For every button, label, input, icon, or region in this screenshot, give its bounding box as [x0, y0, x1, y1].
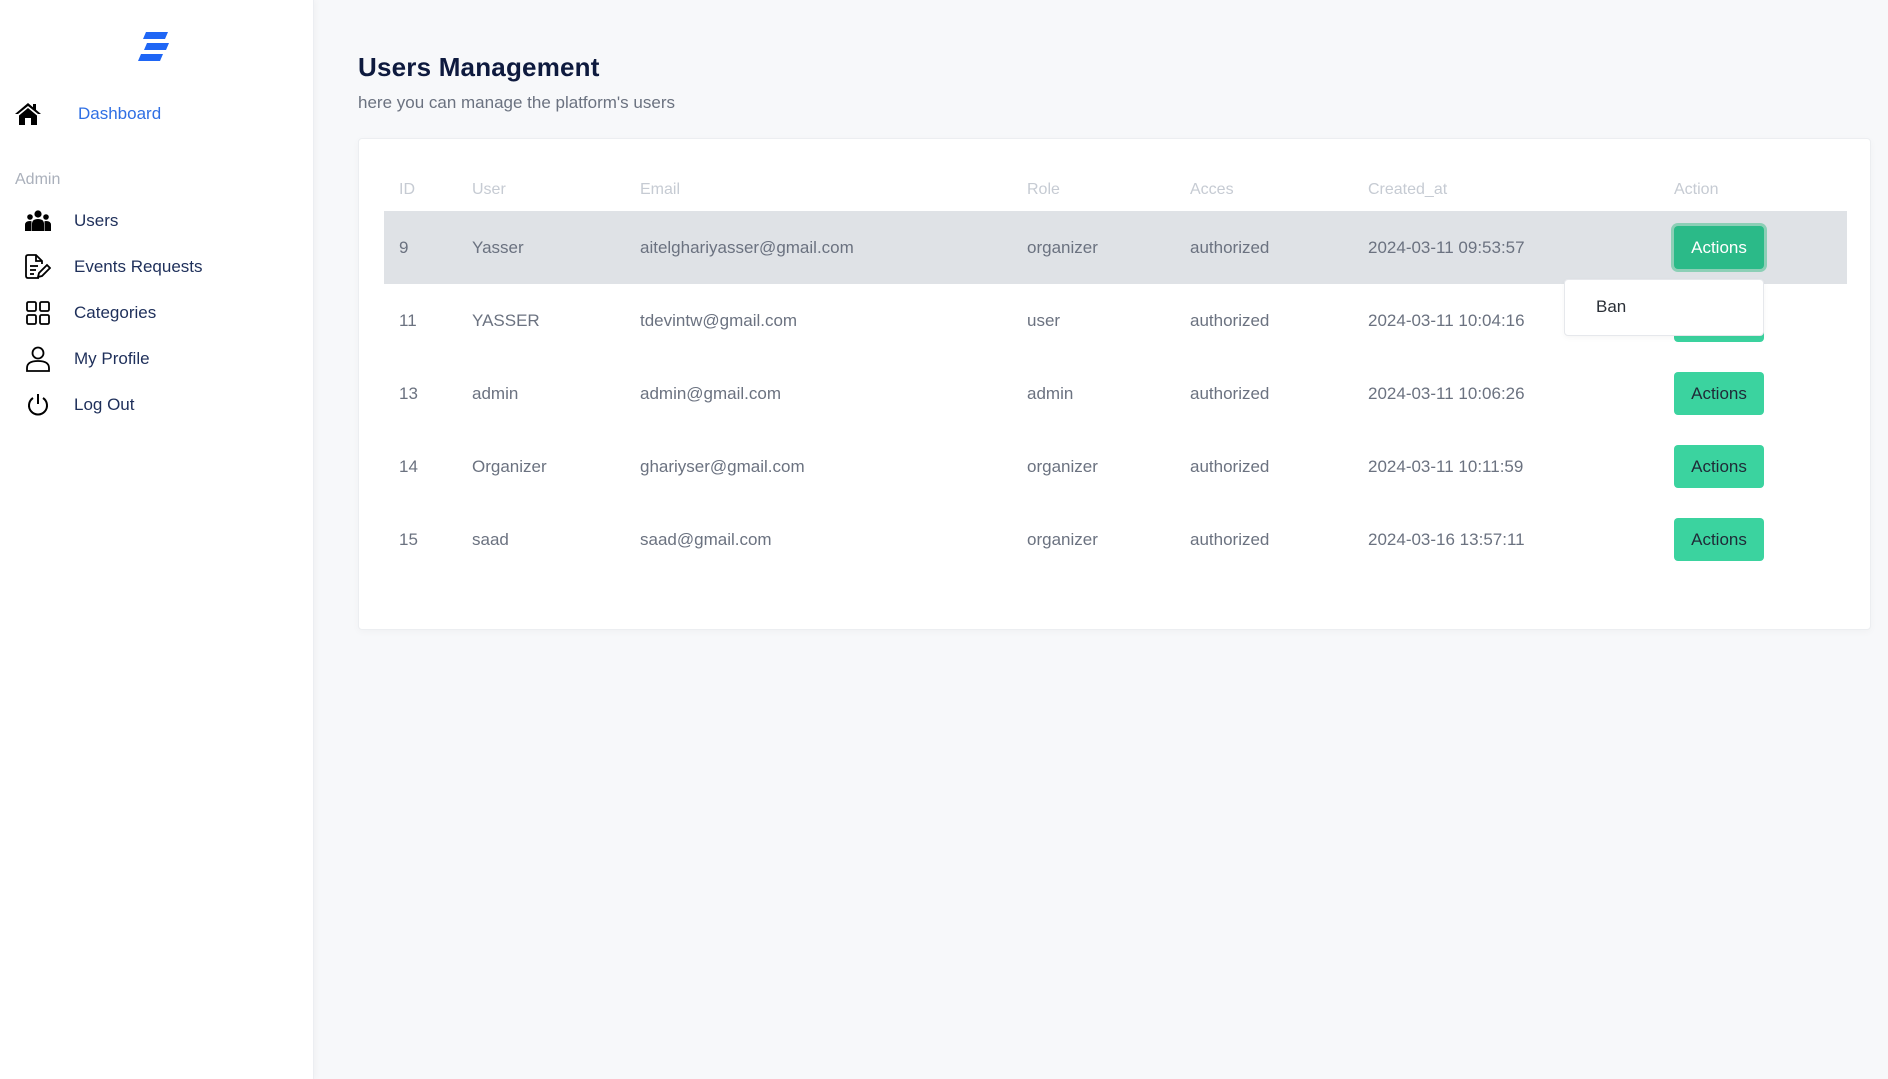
- cell-user: admin: [472, 383, 519, 403]
- sidebar-nav: Users Events Requests Categories My Prof…: [24, 207, 203, 437]
- sidebar-item-dashboard[interactable]: Dashboard: [14, 100, 161, 128]
- column-header-email: Email: [640, 181, 681, 198]
- page-subtitle: here you can manage the platform's users: [358, 93, 675, 112]
- actions-button[interactable]: Actions: [1674, 518, 1764, 561]
- cell-created-at: 2024-03-11 10:11:59: [1368, 456, 1524, 476]
- cell-role: organizer: [1027, 529, 1098, 549]
- cell-user: Organizer: [472, 456, 547, 476]
- sidebar-item-log-out[interactable]: Log Out: [24, 391, 203, 419]
- grid-icon: [24, 299, 52, 327]
- cell-user: Yasser: [457, 211, 625, 284]
- sidebar-section-admin: Admin: [15, 171, 61, 188]
- column-header-created-at: Created_at: [1368, 181, 1448, 198]
- sidebar-item-categories[interactable]: Categories: [24, 299, 203, 327]
- sidebar-item-users[interactable]: Users: [24, 207, 203, 235]
- cell-access: authorized: [1175, 211, 1353, 284]
- cell-id: 14: [399, 456, 418, 476]
- users-icon: [24, 207, 52, 235]
- table-header-row: ID User Email Role Acces Created_at Acti…: [384, 169, 1847, 211]
- actions-button[interactable]: Actions: [1674, 445, 1764, 488]
- column-header-action: Action: [1674, 181, 1719, 198]
- cell-user: saad: [472, 529, 509, 549]
- cell-access: authorized: [1190, 529, 1270, 549]
- actions-button[interactable]: Actions: [1674, 226, 1764, 269]
- sidebar-item-events-requests[interactable]: Events Requests: [24, 253, 203, 281]
- cell-action: Actions: [1659, 357, 1847, 430]
- sidebar-item-label: My Profile: [74, 349, 150, 368]
- cell-user: YASSER: [472, 310, 540, 330]
- table-row[interactable]: 14 Organizer ghariyser@gmail.com organiz…: [384, 430, 1847, 503]
- cell-email: aitelghariyasser@gmail.com: [625, 211, 1012, 284]
- logo-stripes-icon[interactable]: [138, 32, 172, 62]
- edit-document-icon: [24, 253, 52, 281]
- sidebar-item-label: Log Out: [74, 395, 135, 414]
- column-header-access: Acces: [1190, 181, 1234, 198]
- cell-access: authorized: [1190, 383, 1270, 403]
- actions-button[interactable]: Actions: [1674, 372, 1764, 415]
- column-header-id: ID: [399, 181, 415, 198]
- cell-email: tdevintw@gmail.com: [640, 310, 798, 330]
- column-header-role: Role: [1027, 181, 1060, 198]
- users-table-card: ID User Email Role Acces Created_at Acti…: [358, 138, 1871, 630]
- menu-item-ban[interactable]: Ban: [1596, 297, 1626, 317]
- users-table: ID User Email Role Acces Created_at Acti…: [384, 169, 1847, 576]
- cell-access: authorized: [1190, 310, 1270, 330]
- table-row[interactable]: 9 Yasser aitelghariyasser@gmail.com orga…: [384, 211, 1847, 284]
- cell-action: Actions: [1659, 503, 1847, 576]
- column-header-user: User: [472, 181, 506, 198]
- cell-id: 15: [399, 529, 418, 549]
- sidebar-item-label: Users: [74, 211, 119, 230]
- user-icon: [24, 345, 52, 373]
- cell-id: 9: [384, 211, 457, 284]
- cell-id: 11: [399, 310, 417, 330]
- sidebar-item-label: Dashboard: [78, 104, 162, 123]
- table-row[interactable]: 13 admin admin@gmail.com admin authorize…: [384, 357, 1847, 430]
- cell-created-at: 2024-03-16 13:57:11: [1368, 529, 1525, 549]
- cell-role: organizer: [1012, 211, 1175, 284]
- cell-access: authorized: [1190, 456, 1270, 476]
- cell-action: Actions: [1659, 430, 1847, 503]
- sidebar-item-label: Categories: [74, 303, 157, 322]
- cell-role: user: [1027, 310, 1061, 330]
- cell-email: saad@gmail.com: [640, 529, 772, 549]
- cell-role: organizer: [1027, 456, 1098, 476]
- actions-dropdown-menu: Ban: [1564, 279, 1764, 336]
- table-row[interactable]: 15 saad saad@gmail.com organizer authori…: [384, 503, 1847, 576]
- cell-email: ghariyser@gmail.com: [640, 456, 805, 476]
- sidebar: Dashboard Admin Users Events Requests Ca…: [0, 0, 314, 1079]
- cell-created-at: 2024-03-11 09:53:57: [1353, 211, 1659, 284]
- cell-action: Actions: [1659, 211, 1847, 284]
- power-icon: [24, 391, 52, 419]
- sidebar-item-my-profile[interactable]: My Profile: [24, 345, 203, 373]
- cell-role: admin: [1027, 383, 1074, 403]
- cell-email: admin@gmail.com: [640, 383, 782, 403]
- cell-id: 13: [399, 383, 418, 403]
- cell-created-at: 2024-03-11 10:06:26: [1368, 383, 1525, 403]
- page-title: Users Management: [358, 52, 600, 82]
- sidebar-item-label: Events Requests: [74, 257, 203, 276]
- home-icon: [14, 100, 42, 128]
